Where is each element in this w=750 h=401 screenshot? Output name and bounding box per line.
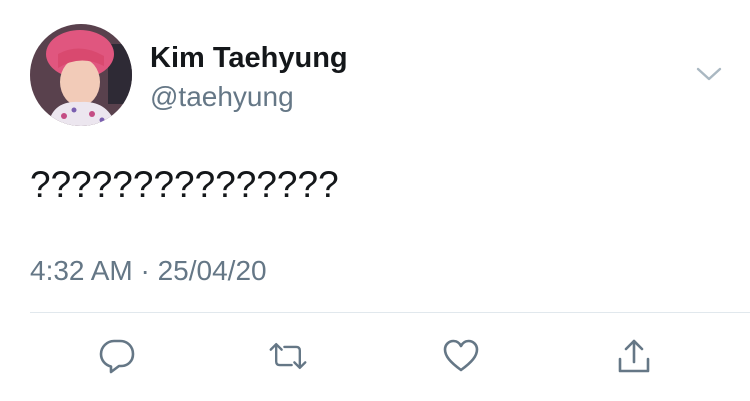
divider	[30, 312, 750, 313]
chevron-down-icon	[696, 67, 722, 81]
tweet-menu-button[interactable]	[694, 64, 724, 84]
retweet-button[interactable]	[268, 336, 308, 376]
retweet-icon	[269, 343, 307, 369]
like-button[interactable]	[441, 336, 481, 376]
avatar[interactable]	[30, 24, 132, 126]
reply-icon	[99, 339, 135, 374]
reply-button[interactable]	[97, 336, 137, 376]
share-button[interactable]	[614, 336, 654, 376]
tweet-text: ???????????????	[30, 164, 339, 205]
author-name[interactable]: Kim Taehyung	[150, 40, 348, 76]
tweet-timestamp[interactable]: 4:32 AM · 25/04/20	[30, 254, 267, 288]
heart-icon	[443, 339, 479, 372]
share-icon	[618, 339, 650, 373]
author-handle[interactable]: @taehyung	[150, 80, 294, 114]
avatar-image	[30, 24, 132, 126]
